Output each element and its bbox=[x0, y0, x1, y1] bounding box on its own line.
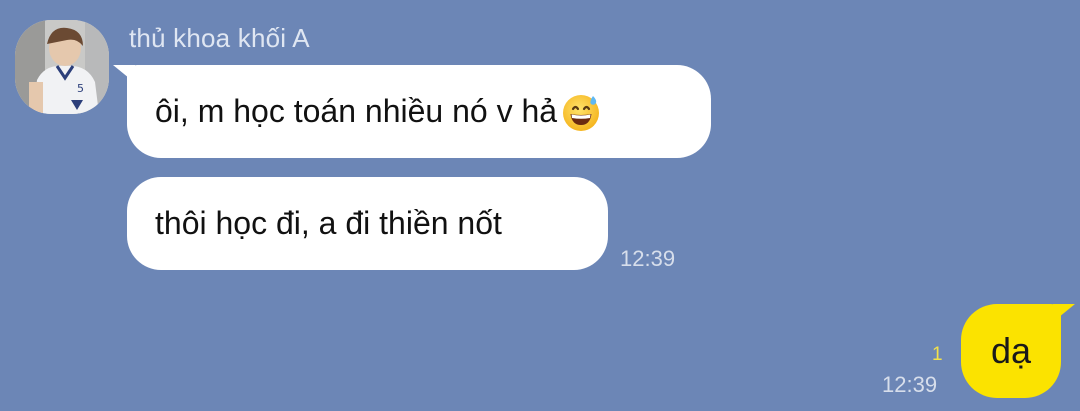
chat-area[interactable]: 5 thủ khoa khối A ôi, m học toán nhiều n… bbox=[0, 0, 1080, 411]
bubble-tail bbox=[1053, 304, 1075, 322]
svg-text:5: 5 bbox=[77, 82, 84, 95]
message-bubble-incoming[interactable]: thôi học đi, a đi thiền nốt bbox=[127, 177, 608, 270]
message-timestamp: 12:39 bbox=[620, 246, 676, 271]
unread-count: 1 bbox=[932, 344, 943, 365]
message-text: dạ bbox=[990, 330, 1032, 371]
message-bubble-outgoing[interactable]: dạ bbox=[961, 304, 1075, 398]
message-text: ôi, m học toán nhiều nó v hả bbox=[155, 93, 558, 129]
bubble-tail bbox=[113, 65, 135, 83]
message-bubble-incoming[interactable]: ôi, m học toán nhiều nó v hả bbox=[113, 65, 711, 158]
grinning-sweat-emoji-icon bbox=[563, 94, 600, 131]
message-timestamp: 12:39 bbox=[882, 372, 938, 397]
message-text: thôi học đi, a đi thiền nốt bbox=[155, 205, 502, 241]
sender-name: thủ khoa khối A bbox=[129, 23, 310, 53]
avatar-photo: 5 bbox=[15, 20, 109, 114]
avatar[interactable]: 5 bbox=[15, 20, 109, 114]
